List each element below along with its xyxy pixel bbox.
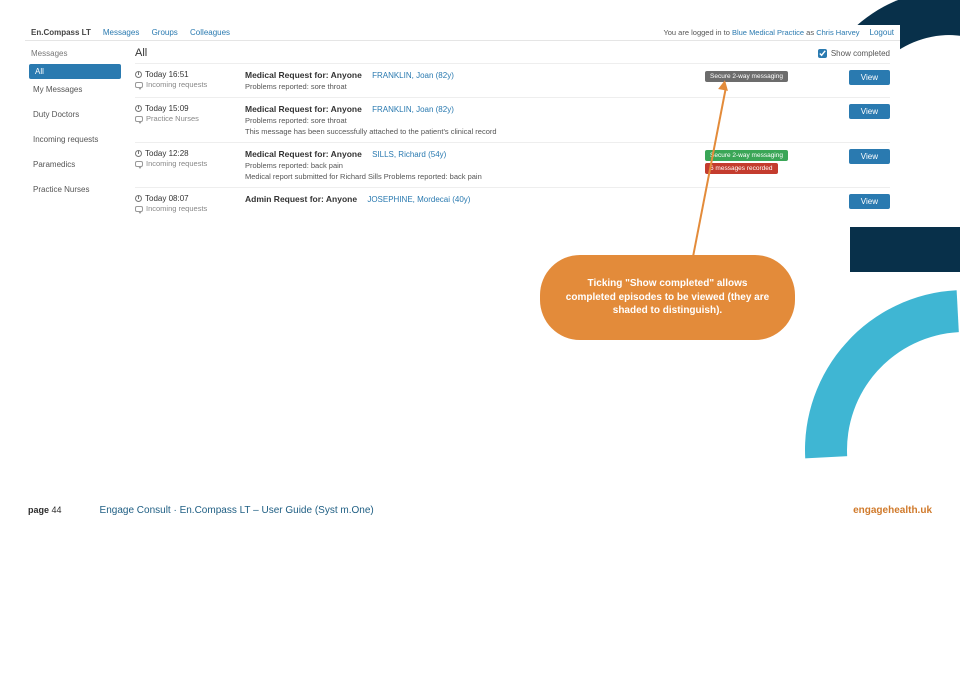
logo-arc-base	[850, 227, 960, 272]
tag-icon	[135, 161, 143, 167]
message-time-col: Today 15:09 Practice Nurses	[135, 104, 245, 123]
nav-messages[interactable]: Messages	[103, 28, 139, 37]
patient-link[interactable]: FRANKLIN, Joan (82y)	[372, 105, 454, 114]
message-subtext: Problems reported: sore throat	[245, 82, 705, 91]
site-url: engagehealth.uk	[853, 505, 932, 516]
message-badges: Secure 2-way messaging 6 messages recorde…	[705, 149, 835, 176]
sidebar-item-all[interactable]: All	[29, 64, 121, 79]
patient-link[interactable]: JOSEPHINE, Mordecai (40y)	[367, 195, 470, 204]
practice-link[interactable]: Blue Medical Practice	[732, 28, 804, 37]
sidebar: Messages All My Messages Duty Doctors In…	[25, 41, 125, 225]
content-heading: All	[135, 47, 147, 59]
message-row: Today 15:09 Practice Nurses Medical Requ…	[135, 97, 890, 142]
sidebar-item-paramedics[interactable]: Paramedics	[25, 156, 125, 173]
clock-icon	[135, 105, 142, 112]
message-badges	[705, 104, 835, 105]
tag-icon	[135, 206, 143, 212]
nav-groups[interactable]: Groups	[152, 28, 178, 37]
callout-text: Ticking "Show completed" allows complete…	[565, 277, 770, 318]
message-title: Admin Request for: Anyone	[245, 194, 357, 204]
message-subtext: Problems reported: back pain	[245, 161, 705, 170]
show-completed-checkbox[interactable]	[818, 49, 827, 58]
message-subtext: Medical report submitted for Richard Sil…	[245, 172, 705, 181]
sidebar-item-nurses[interactable]: Practice Nurses	[25, 181, 125, 198]
message-row: Today 08:07 Incoming requests Admin Requ…	[135, 187, 890, 219]
page-number: page 44	[28, 505, 62, 515]
show-completed-label: Show completed	[831, 49, 890, 58]
status-badge: 6 messages recorded	[705, 163, 778, 174]
message-title: Medical Request for: Anyone	[245, 104, 362, 114]
view-button[interactable]: View	[849, 194, 890, 209]
patient-link[interactable]: FRANKLIN, Joan (82y)	[372, 71, 454, 80]
show-completed-toggle[interactable]: Show completed	[818, 49, 890, 58]
logout-link[interactable]: Logout	[870, 28, 894, 37]
user-link[interactable]: Chris Harvey	[816, 28, 859, 37]
view-button[interactable]: View	[849, 149, 890, 164]
message-body: Medical Request for: Anyone SILLS, Richa…	[245, 149, 705, 181]
message-body: Medical Request for: Anyone FRANKLIN, Jo…	[245, 104, 705, 136]
tag-icon	[135, 116, 143, 122]
doc-title: Engage Consult · En.Compass LT – User Gu…	[100, 505, 374, 516]
message-time-col: Today 12:28 Incoming requests	[135, 149, 245, 168]
sidebar-item-duty[interactable]: Duty Doctors	[25, 106, 125, 123]
content: All Show completed Today 16:51 Incoming …	[125, 41, 900, 225]
topnav: Messages Groups Colleagues	[103, 28, 240, 37]
message-row: Today 12:28 Incoming requests Medical Re…	[135, 142, 890, 187]
callout-bubble: Ticking "Show completed" allows complete…	[540, 255, 795, 340]
message-time-col: Today 08:07 Incoming requests	[135, 194, 245, 213]
message-badges	[705, 194, 835, 195]
message-subtext: This message has been successfully attac…	[245, 127, 705, 136]
message-body: Admin Request for: Anyone JOSEPHINE, Mor…	[245, 194, 705, 204]
status-badge: Secure 2-way messaging	[705, 71, 788, 82]
clock-icon	[135, 71, 142, 78]
sidebar-title: Messages	[25, 45, 125, 62]
message-body: Medical Request for: Anyone FRANKLIN, Jo…	[245, 70, 705, 91]
message-title: Medical Request for: Anyone	[245, 70, 362, 80]
brand: En.Compass LT	[31, 28, 91, 37]
nav-colleagues[interactable]: Colleagues	[190, 28, 230, 37]
clock-icon	[135, 195, 142, 202]
sidebar-item-my[interactable]: My Messages	[25, 81, 125, 98]
tag-icon	[135, 82, 143, 88]
sidebar-item-incoming[interactable]: Incoming requests	[25, 131, 125, 148]
login-info: You are logged in to Blue Medical Practi…	[663, 28, 859, 37]
topbar: En.Compass LT Messages Groups Colleagues…	[25, 25, 900, 41]
slide-footer: page 44 Engage Consult · En.Compass LT –…	[0, 505, 960, 516]
clock-icon	[135, 150, 142, 157]
message-time-col: Today 16:51 Incoming requests	[135, 70, 245, 89]
status-badge: Secure 2-way messaging	[705, 150, 788, 161]
message-row: Today 16:51 Incoming requests Medical Re…	[135, 63, 890, 97]
view-button[interactable]: View	[849, 104, 890, 119]
message-subtext: Problems reported: sore throat	[245, 116, 705, 125]
view-button[interactable]: View	[849, 70, 890, 85]
patient-link[interactable]: SILLS, Richard (54y)	[372, 150, 446, 159]
app-screenshot: En.Compass LT Messages Groups Colleagues…	[25, 25, 900, 225]
message-title: Medical Request for: Anyone	[245, 149, 362, 159]
